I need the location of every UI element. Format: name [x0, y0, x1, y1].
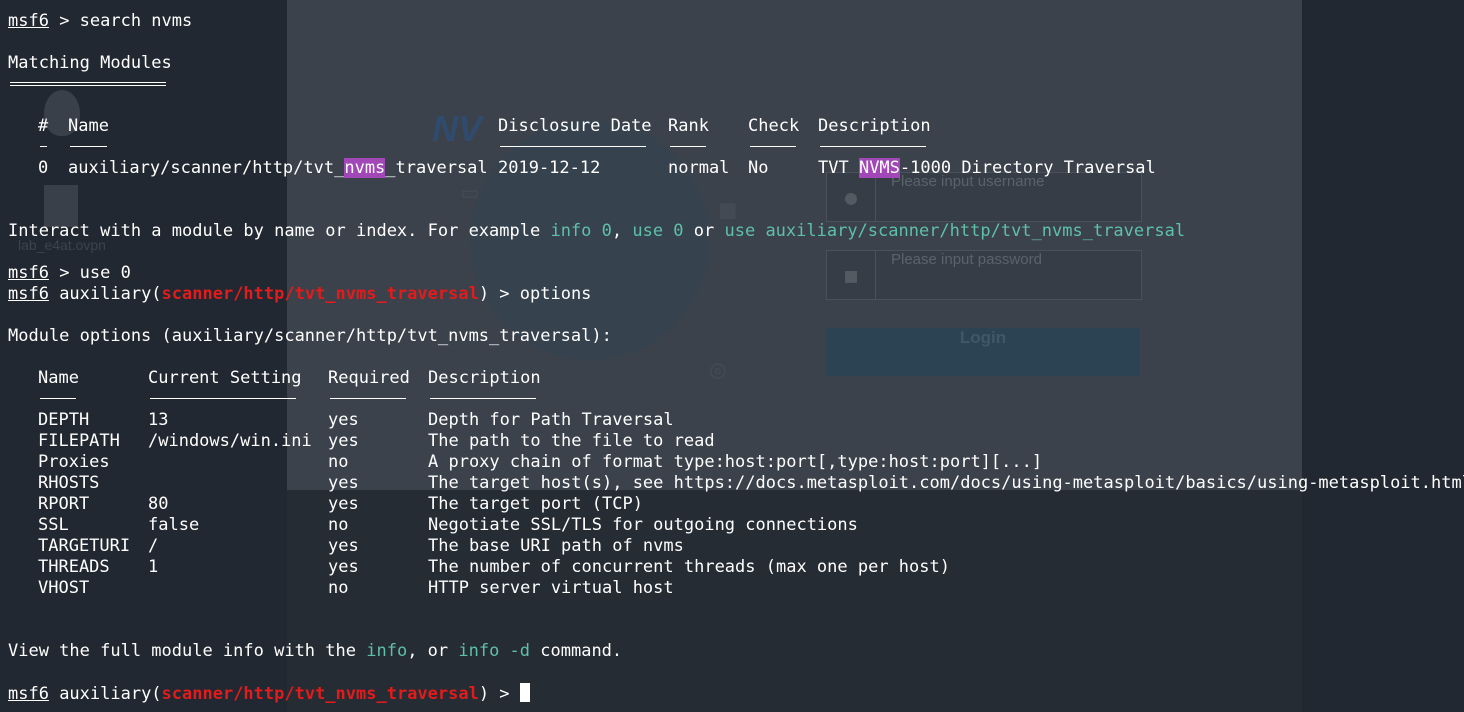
search-highlight: NVMS: [858, 158, 900, 178]
module-check: No: [748, 158, 769, 178]
option-required: yes: [328, 557, 359, 577]
col-header-name: Name: [68, 116, 109, 136]
hint-link-use[interactable]: use 0: [632, 221, 683, 241]
option-description: The base URI path of nvms: [428, 536, 684, 556]
heading-underline: [10, 82, 166, 86]
option-required: no: [328, 452, 349, 472]
search-highlight: nvms: [344, 158, 386, 178]
prompt-label: msf6: [8, 263, 49, 283]
option-required: yes: [328, 431, 359, 451]
col-header-check: Check: [748, 116, 800, 136]
disclosure-date: 2019-12-12: [498, 158, 601, 178]
option-setting: /windows/win.ini: [148, 431, 312, 451]
option-name: VHOST: [38, 578, 90, 598]
options-command-line: msf6 auxiliary(scanner/http/tvt_nvms_tra…: [8, 284, 592, 304]
col-header-date: Disclosure Date: [498, 116, 652, 136]
header-rule: [70, 146, 107, 147]
option-name: THREADS: [38, 557, 110, 577]
option-required: no: [328, 578, 349, 598]
matching-modules-heading: Matching Modules: [8, 53, 172, 73]
col-header-rank: Rank: [668, 116, 709, 136]
option-setting: false: [148, 515, 200, 535]
option-description: HTTP server virtual host: [428, 578, 674, 598]
module-index: 0: [38, 158, 49, 178]
header-rule: [40, 146, 47, 147]
hint-link-info-cmd[interactable]: info: [366, 641, 407, 661]
active-module-name: scanner/http/tvt_nvms_traversal: [161, 284, 479, 304]
option-description: The path to the file to read: [428, 431, 715, 451]
option-setting: 80: [148, 494, 169, 514]
option-description: The target host(s), see https://docs.met…: [428, 473, 1464, 493]
use-command-line: msf6 > use 0: [8, 263, 131, 284]
option-required: yes: [328, 494, 359, 514]
option-name: FILEPATH: [38, 431, 120, 451]
module-name: auxiliary/scanner/http/tvt_nvms_traversa…: [68, 158, 488, 178]
col-header-description: Description: [818, 116, 931, 136]
header-rule: [430, 398, 536, 399]
option-name: TARGETURI: [38, 536, 131, 556]
option-name: Proxies: [38, 452, 110, 472]
header-rule: [750, 146, 796, 147]
hint-link-info[interactable]: info 0: [550, 221, 611, 241]
option-required: yes: [328, 536, 359, 556]
command-input-line[interactable]: msf6 auxiliary(scanner/http/tvt_nvms_tra…: [8, 683, 530, 704]
opt-header-name: Name: [38, 368, 79, 388]
option-description: Depth for Path Traversal: [428, 410, 674, 430]
option-setting: 13: [148, 410, 169, 430]
opt-header-description: Description: [428, 368, 541, 388]
option-setting: /: [148, 536, 159, 556]
active-module-name: scanner/http/tvt_nvms_traversal: [161, 684, 479, 704]
interact-hint-line: Interact with a module by name or index.…: [8, 221, 1186, 241]
opt-header-setting: Current Setting: [148, 368, 302, 388]
terminal-output[interactable]: msf6 > search nvms Matching Modules # Na…: [0, 0, 1464, 712]
opt-header-required: Required: [328, 368, 410, 388]
search-command-line: msf6 > search nvms: [8, 11, 192, 32]
option-setting: 1: [148, 557, 159, 577]
header-rule: [40, 398, 76, 399]
option-name: RHOSTS: [38, 473, 100, 493]
option-description: Negotiate SSL/TLS for outgoing connectio…: [428, 515, 858, 535]
header-rule: [500, 146, 646, 147]
header-rule: [820, 146, 926, 147]
view-info-line: View the full module info with the info,…: [8, 641, 623, 661]
option-required: no: [328, 515, 349, 535]
prompt-label: msf6: [8, 684, 49, 704]
text-cursor[interactable]: [519, 683, 530, 702]
prompt-label: msf6: [8, 284, 49, 304]
option-description: A proxy chain of format type:host:port[,…: [428, 452, 1043, 472]
prompt-label: msf6: [8, 11, 49, 31]
option-required: yes: [328, 473, 359, 493]
option-description: The number of concurrent threads (max on…: [428, 557, 950, 577]
option-name: DEPTH: [38, 410, 90, 430]
col-header-num: #: [38, 116, 49, 136]
search-command: > search nvms: [48, 11, 193, 31]
hint-link-use-module[interactable]: use auxiliary/scanner/http/tvt_nvms_trav…: [725, 221, 1186, 241]
option-name: RPORT: [38, 494, 90, 514]
header-rule: [670, 146, 706, 147]
module-rank: normal: [668, 158, 730, 178]
header-rule: [330, 398, 406, 399]
header-rule: [150, 398, 296, 399]
module-options-heading: Module options (auxiliary/scanner/http/t…: [8, 326, 612, 346]
use-command: > use 0: [48, 263, 131, 283]
module-description: TVT NVMS-1000 Directory Traversal: [818, 158, 1156, 178]
option-required: yes: [328, 410, 359, 430]
option-description: The target port (TCP): [428, 494, 643, 514]
hint-link-info-d[interactable]: info -d: [458, 641, 530, 661]
option-name: SSL: [38, 515, 69, 535]
